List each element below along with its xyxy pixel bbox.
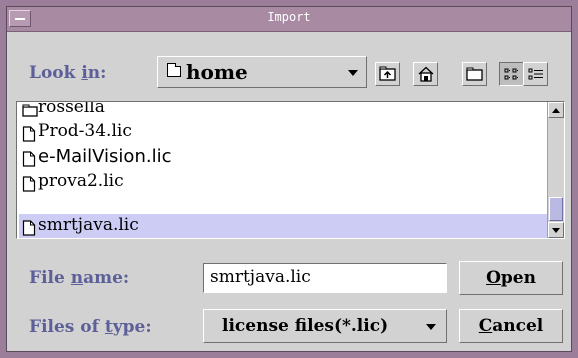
folder-icon bbox=[166, 63, 181, 77]
details-view-icon bbox=[528, 68, 543, 80]
list-item-selected[interactable]: smrtjava.lic bbox=[19, 214, 547, 238]
cancel-button[interactable]: Cancel bbox=[459, 309, 563, 343]
file-name-text: prova2.lic bbox=[38, 171, 124, 191]
files-of-type-combo[interactable]: license files(*.lic) bbox=[203, 309, 447, 343]
new-folder-icon bbox=[466, 67, 483, 81]
open-button[interactable]: Open bbox=[459, 261, 563, 295]
window-title: Import bbox=[267, 10, 311, 24]
scroll-thumb[interactable] bbox=[549, 197, 563, 221]
list-item[interactable]: Prod-34.lic bbox=[19, 120, 547, 145]
home-icon bbox=[418, 66, 434, 82]
look-in-value: home bbox=[186, 60, 248, 84]
list-item[interactable]: rossella bbox=[19, 101, 547, 121]
details-view-button[interactable] bbox=[523, 62, 548, 86]
file-list[interactable]: rossella Prod-34.lic e-MailVision.lic pr… bbox=[16, 101, 565, 239]
file-name-text: rossella bbox=[38, 101, 105, 117]
file-name-text: Prod-34.lic bbox=[38, 121, 132, 141]
file-icon bbox=[22, 220, 36, 236]
file-icon bbox=[22, 151, 36, 167]
scroll-up-button[interactable] bbox=[548, 102, 564, 118]
look-in-combo[interactable]: home bbox=[157, 56, 367, 88]
title-bar[interactable]: Import bbox=[7, 7, 571, 32]
list-item[interactable]: prova2.lic bbox=[19, 170, 547, 195]
file-icon bbox=[22, 126, 36, 142]
chevron-down-icon bbox=[426, 324, 436, 330]
home-button[interactable] bbox=[413, 62, 438, 86]
up-folder-icon bbox=[379, 66, 396, 81]
file-name-text: e-MailVision.lic bbox=[38, 146, 172, 167]
file-name-label: File name: bbox=[29, 268, 130, 288]
file-icon bbox=[22, 176, 36, 192]
list-view-icon bbox=[504, 68, 519, 80]
list-item[interactable]: e-MailVision.lic bbox=[19, 145, 547, 170]
folder-icon bbox=[22, 104, 38, 117]
up-one-level-button[interactable] bbox=[375, 62, 400, 86]
look-in-label: Look in: bbox=[29, 63, 107, 83]
chevron-down-icon bbox=[348, 70, 358, 76]
file-name-input[interactable]: smrtjava.lic bbox=[203, 263, 447, 293]
file-name-text: smrtjava.lic bbox=[38, 215, 139, 235]
new-folder-button[interactable] bbox=[462, 62, 487, 86]
import-dialog: Import Look in: home rossella Prod-34.li… bbox=[6, 6, 572, 352]
files-of-type-value: license files(*.lic) bbox=[222, 316, 389, 336]
scroll-down-button[interactable] bbox=[548, 222, 564, 238]
vertical-scrollbar[interactable] bbox=[547, 102, 564, 238]
files-of-type-label: Files of type: bbox=[29, 317, 152, 337]
list-view-button[interactable] bbox=[499, 62, 524, 86]
